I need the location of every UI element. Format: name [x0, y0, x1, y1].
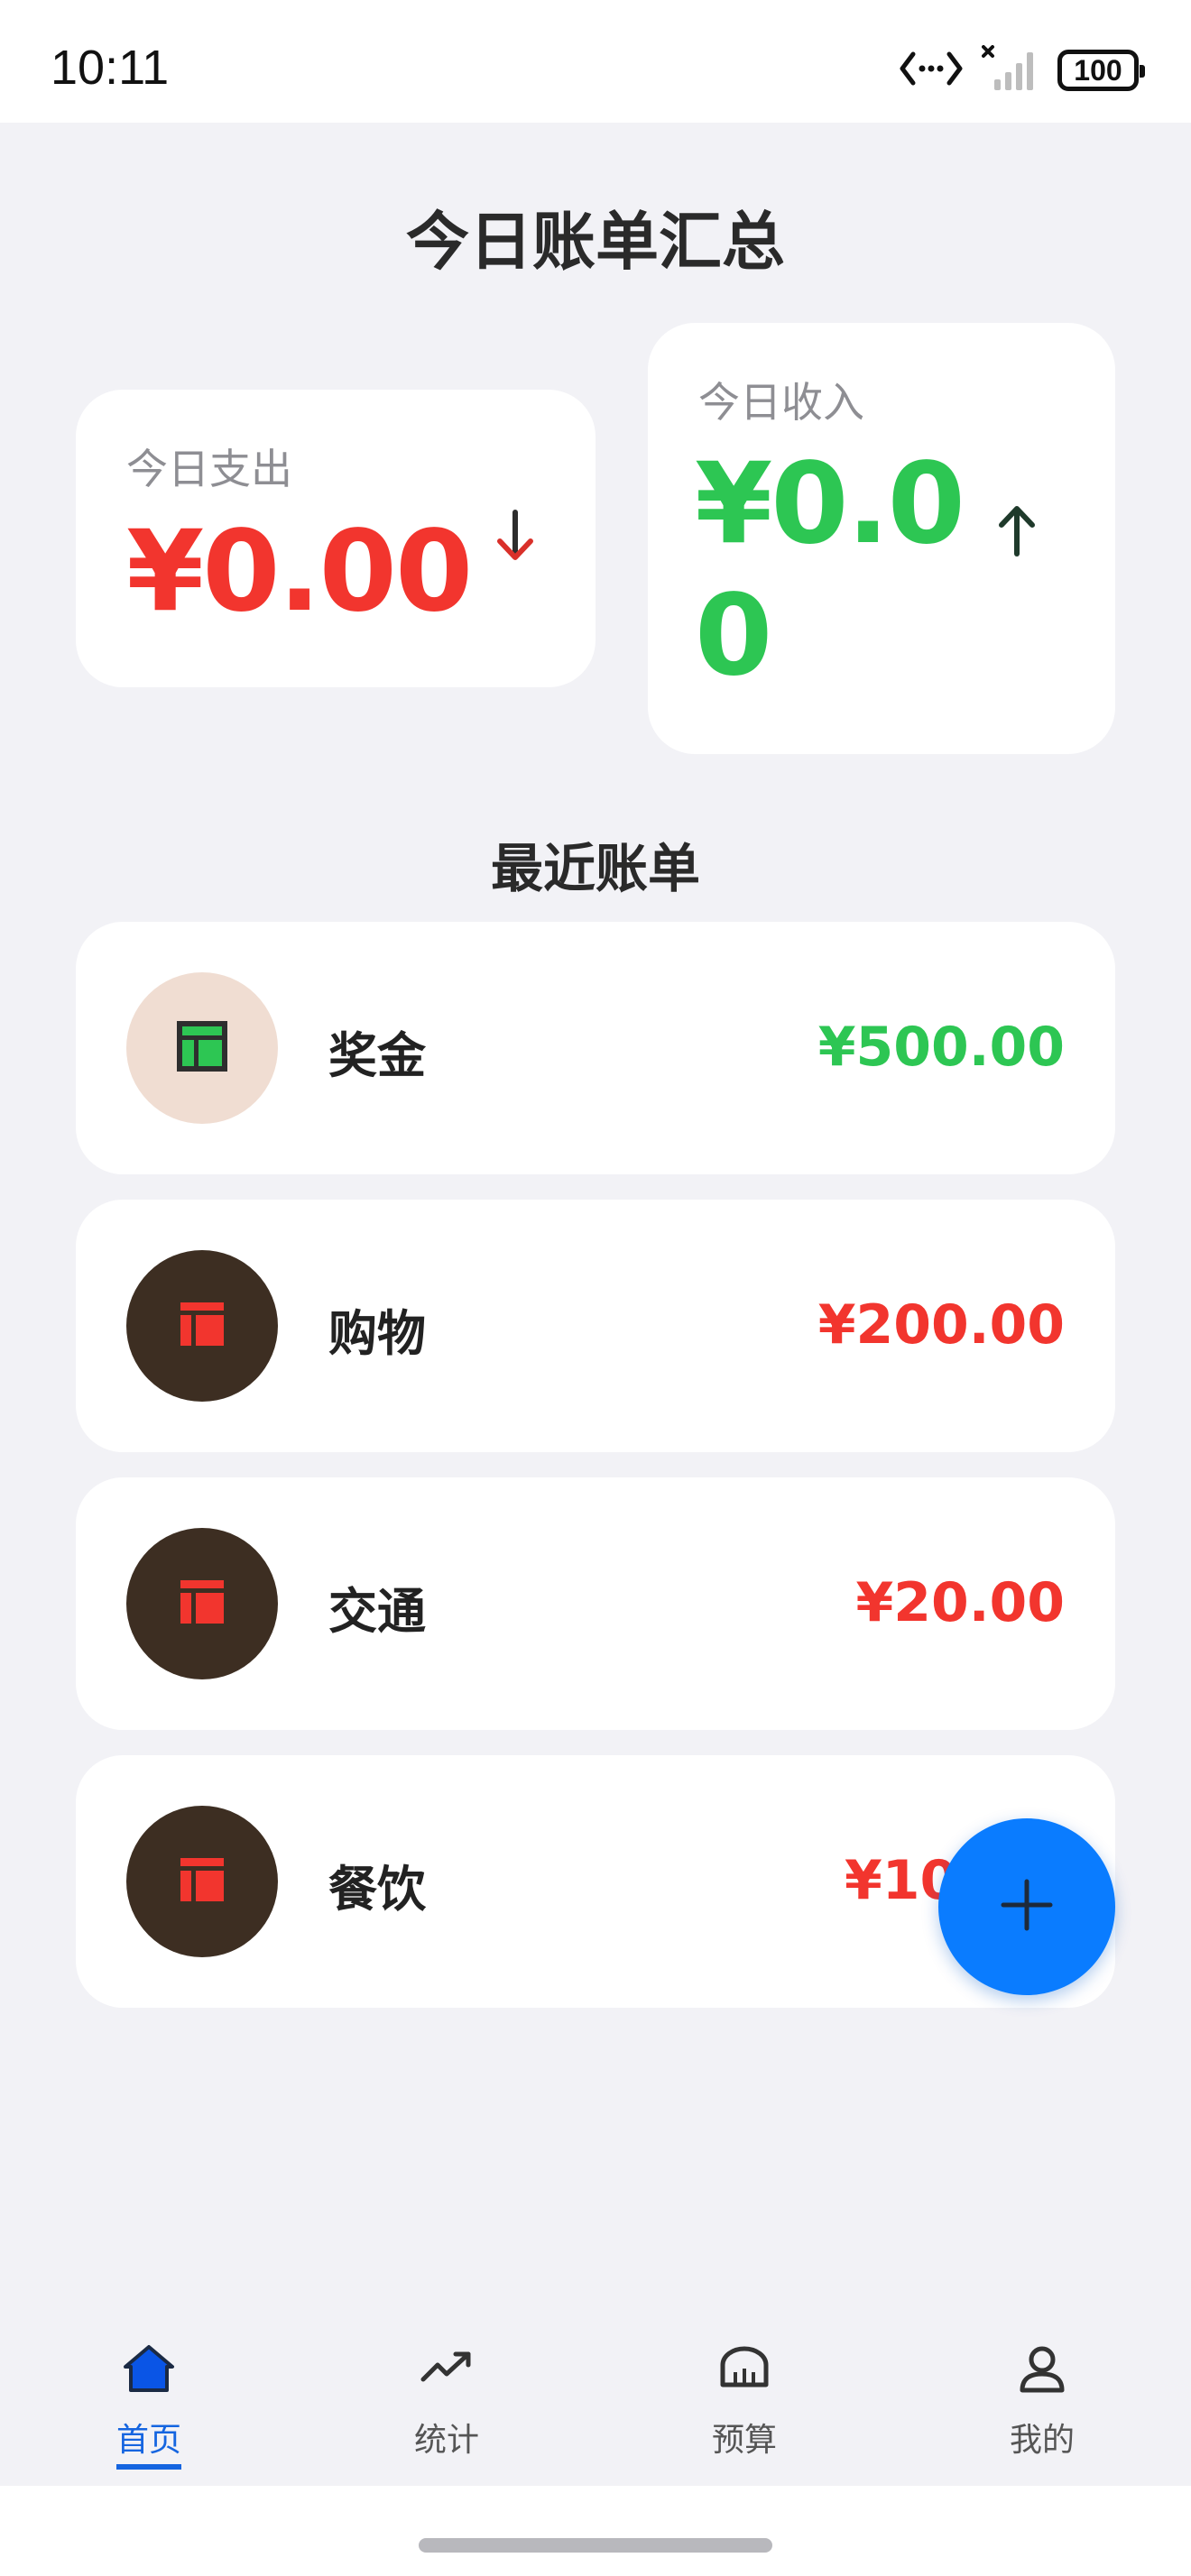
recent-section-title: 最近账单	[490, 838, 700, 899]
battery-level: 100	[1074, 53, 1122, 87]
status-bar: 10:11 100	[0, 0, 1191, 123]
bottom-nav: 首页 统计 预算 我的	[0, 2305, 1191, 2486]
tx-amount: ¥200.00	[817, 1293, 1065, 1357]
arrow-up-icon	[994, 500, 1039, 563]
link-icon	[899, 49, 964, 92]
plus-icon	[998, 1876, 1056, 1937]
nav-label-profile: 我的	[1009, 2422, 1075, 2459]
expense-summary-card[interactable]: 今日支出 ¥0.00	[76, 390, 596, 687]
list-item[interactable]: 奖金 ¥500.00	[76, 922, 1115, 1174]
tx-name: 餐饮	[328, 1861, 426, 1918]
arrow-down-icon	[493, 507, 538, 570]
home-icon	[122, 2343, 176, 2397]
tx-name: 奖金	[328, 1027, 426, 1084]
tx-name: 购物	[328, 1305, 426, 1362]
category-avatar	[126, 972, 278, 1124]
user-icon	[1015, 2343, 1069, 2397]
table-icon	[179, 1301, 226, 1351]
tx-name: 交通	[328, 1583, 426, 1640]
home-indicator[interactable]	[419, 2538, 772, 2553]
home-indicator-area	[0, 2486, 1191, 2576]
tx-amount: ¥20.00	[855, 1571, 1065, 1634]
add-bill-button[interactable]	[938, 1818, 1115, 1995]
nav-item-home[interactable]: 首页	[0, 2305, 298, 2486]
nav-item-profile[interactable]: 我的	[893, 2305, 1191, 2486]
nav-item-stats[interactable]: 统计	[298, 2305, 596, 2486]
expense-label: 今日支出	[126, 445, 292, 493]
table-icon	[179, 1578, 226, 1629]
category-avatar	[126, 1806, 278, 1957]
tx-amount: ¥500.00	[817, 1016, 1065, 1079]
status-icons: 100	[899, 45, 1145, 96]
budget-icon	[717, 2343, 771, 2397]
page-title: 今日账单汇总	[406, 205, 785, 279]
category-avatar	[126, 1528, 278, 1679]
category-avatar	[126, 1250, 278, 1402]
table-icon	[179, 1856, 226, 1907]
signal-icon	[982, 45, 1039, 96]
expense-amount: ¥0.00	[126, 507, 473, 637]
trend-icon	[420, 2343, 474, 2397]
income-amount: ¥0.00	[695, 439, 965, 701]
battery-icon: 100	[1057, 50, 1145, 91]
income-summary-card[interactable]: 今日收入 ¥0.00	[648, 323, 1115, 754]
nav-label-budget: 预算	[711, 2422, 777, 2459]
nav-label-home: 首页	[115, 2414, 181, 2470]
status-time: 10:11	[51, 41, 170, 95]
list-item[interactable]: 交通 ¥20.00	[76, 1477, 1115, 1730]
list-item[interactable]: 购物 ¥200.00	[76, 1200, 1115, 1452]
nav-item-budget[interactable]: 预算	[596, 2305, 893, 2486]
table-icon	[175, 1019, 229, 1077]
income-label: 今日收入	[698, 378, 864, 427]
nav-label-stats: 统计	[413, 2422, 479, 2459]
